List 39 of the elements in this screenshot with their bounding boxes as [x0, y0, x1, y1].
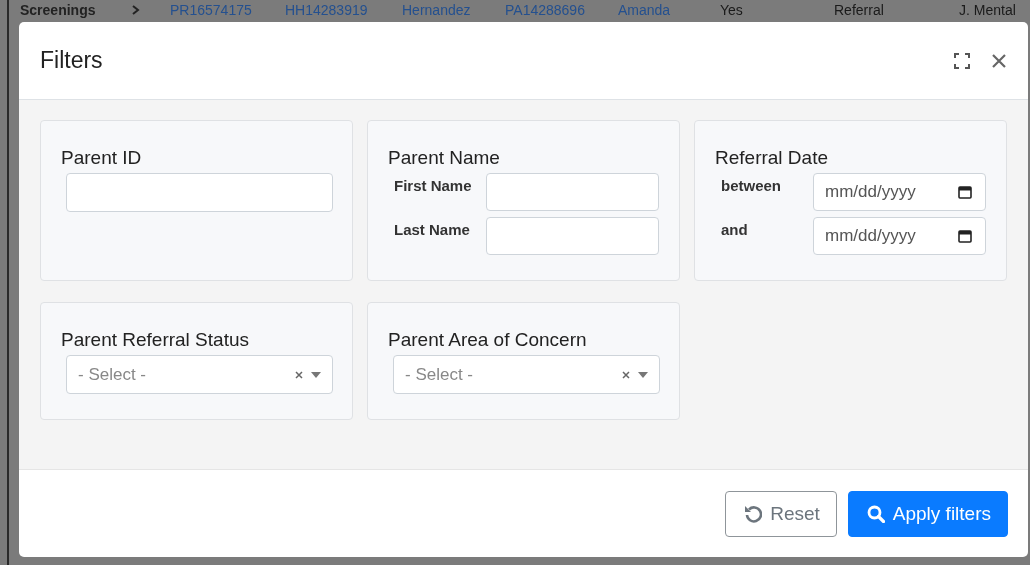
section-label[interactable]: Screenings — [9, 0, 117, 20]
table-link[interactable]: HH14283919 — [285, 0, 402, 20]
clear-icon — [295, 370, 303, 379]
clear-icon — [622, 370, 630, 379]
input-field[interactable] — [66, 173, 333, 212]
table-cell-text: Yes — [720, 1, 744, 20]
date-field[interactable]: mm/dd/yyyy — [813, 173, 986, 211]
input-field[interactable] — [486, 173, 659, 211]
filter-label: Referral Date — [715, 147, 829, 170]
apply-filters-button[interactable]: Apply filters — [847, 490, 1008, 537]
filter-label: Parent Name — [388, 147, 501, 170]
field-label: between — [721, 177, 781, 194]
caret-icon — [311, 371, 321, 378]
table-cell-text: Referral — [834, 1, 885, 20]
field-label: and — [721, 221, 748, 238]
search-icon — [866, 504, 885, 523]
select-dropdown[interactable]: - Select - — [393, 355, 660, 394]
calendar-icon — [958, 229, 972, 243]
caret-icon — [638, 371, 648, 378]
fullscreen-icon[interactable] — [954, 52, 970, 69]
input-field[interactable] — [486, 217, 659, 255]
filter-label: Parent Referral Status — [61, 329, 250, 352]
close-icon[interactable] — [992, 53, 1006, 68]
date-field[interactable]: mm/dd/yyyy — [813, 217, 986, 255]
select-dropdown[interactable]: - Select - — [66, 355, 333, 394]
undo-icon — [744, 504, 763, 523]
calendar-icon — [958, 185, 972, 199]
reset-button[interactable]: Reset — [725, 490, 837, 537]
field-label: Last Name — [394, 221, 470, 238]
field-label: First Name — [394, 177, 472, 194]
table-link[interactable]: Hernandez — [402, 0, 505, 20]
table-link[interactable]: PR16574175 — [170, 0, 285, 20]
filter-label: Parent ID — [61, 147, 143, 170]
dialog-title: Filters — [40, 47, 103, 74]
filter-label: Parent Area of Concern — [388, 329, 588, 352]
chevron-icon — [131, 5, 140, 15]
table-link[interactable]: PA14288696 — [505, 0, 618, 20]
table-link[interactable]: Amanda — [618, 0, 720, 20]
table-cell-text: J. Mental — [959, 1, 1017, 20]
